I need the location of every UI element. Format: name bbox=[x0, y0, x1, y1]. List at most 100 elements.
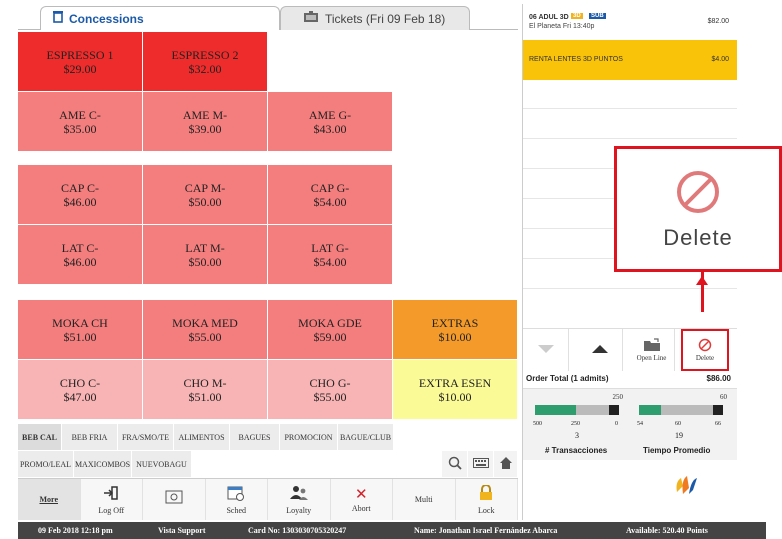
product-price: $46.00 bbox=[63, 254, 97, 269]
product-ame-m[interactable]: AME M- $39.00 bbox=[143, 92, 268, 152]
gauge-tick: 250 bbox=[571, 421, 580, 427]
product-name: CAP C- bbox=[61, 180, 99, 195]
tab-tickets[interactable]: Tickets (Fri 09 Feb 18) bbox=[280, 6, 470, 30]
product-moka-ch[interactable]: MOKA CH $51.00 bbox=[18, 300, 143, 360]
log-off-icon bbox=[103, 485, 119, 506]
product-price: $54.00 bbox=[313, 194, 347, 209]
status-card: Card No: 1303030705320247 bbox=[248, 526, 347, 535]
open-line-label: Open Line bbox=[636, 354, 667, 362]
product-price: $55.00 bbox=[188, 329, 222, 344]
loyalty-label: Loyalty bbox=[286, 505, 312, 515]
product-moka-med[interactable]: MOKA MED $55.00 bbox=[143, 300, 268, 360]
scroll-up-button[interactable] bbox=[577, 329, 623, 371]
product-cap-m[interactable]: CAP M- $50.00 bbox=[143, 165, 268, 225]
product-name: CHO G- bbox=[309, 375, 351, 390]
category-alimentos[interactable]: ALIMENTOS bbox=[174, 424, 230, 450]
product-lat-c[interactable]: LAT C- $46.00 bbox=[18, 225, 143, 285]
order-line-3d-glasses[interactable]: RENTA LENTES 3D PUNTOS $4.00 bbox=[523, 40, 737, 80]
product-cho-m[interactable]: CHO M- $51.00 bbox=[143, 360, 268, 420]
product-name: MOKA MED bbox=[172, 315, 238, 330]
search-button[interactable] bbox=[442, 451, 468, 477]
chevron-down-icon bbox=[537, 345, 554, 355]
search-icon bbox=[448, 456, 462, 472]
multi-label: Multi bbox=[414, 495, 433, 504]
product-name: CAP M- bbox=[184, 180, 226, 195]
category-label: BAGUES bbox=[238, 432, 271, 442]
product-name: ESPRESSO 1 bbox=[46, 47, 114, 62]
gauge-value: 3 bbox=[575, 431, 579, 440]
sched-label: Sched bbox=[226, 505, 247, 515]
lock-button[interactable]: Lock bbox=[456, 479, 518, 520]
category-row-2: PROMO/LEAL MAXICOMBOS NUEVOBAGU bbox=[18, 451, 518, 477]
divider bbox=[523, 288, 737, 289]
product-extra-esen[interactable]: EXTRA ESEN $10.00 bbox=[393, 360, 518, 420]
log-off-label: Log Off bbox=[98, 505, 125, 515]
chevron-up-icon bbox=[591, 345, 608, 355]
product-ame-g[interactable]: AME G- $43.00 bbox=[268, 92, 393, 152]
category-beb-fria[interactable]: BEB FRIA bbox=[62, 424, 118, 450]
product-cap-g[interactable]: CAP G- $54.00 bbox=[268, 165, 393, 225]
home-button[interactable] bbox=[494, 451, 518, 477]
callout-label: Delete bbox=[663, 224, 733, 250]
product-name: CAP G- bbox=[310, 180, 350, 195]
multi-button[interactable]: Multi bbox=[393, 479, 456, 520]
gauge-track bbox=[639, 405, 723, 415]
category-nuevobagu[interactable]: NUEVOBAGU bbox=[132, 451, 192, 477]
product-ame-c[interactable]: AME C- $35.00 bbox=[18, 92, 143, 152]
cup-icon bbox=[53, 11, 63, 26]
category-promo-leal[interactable]: PROMO/LEAL bbox=[18, 451, 74, 477]
more-button[interactable]: More bbox=[18, 479, 81, 520]
prohibited-icon bbox=[698, 338, 712, 354]
category-label: BEB FRIA bbox=[71, 432, 108, 442]
keyboard-button[interactable] bbox=[468, 451, 494, 477]
seat-button[interactable] bbox=[143, 479, 206, 520]
seat-icon bbox=[165, 490, 183, 509]
product-cho-c[interactable]: CHO C- $47.00 bbox=[18, 360, 143, 420]
category-label: NUEVOBAGU bbox=[136, 459, 187, 469]
gauge-tick: 54 bbox=[637, 421, 643, 427]
product-espresso-1[interactable]: ESPRESSO 1 $29.00 bbox=[18, 32, 143, 92]
product-name: ESPRESSO 2 bbox=[171, 47, 239, 62]
category-label: PROMOCION bbox=[284, 432, 333, 442]
product-moka-gde[interactable]: MOKA GDE $59.00 bbox=[268, 300, 393, 360]
gauge-label: # Transacciones bbox=[545, 446, 608, 455]
product-lat-m[interactable]: LAT M- $50.00 bbox=[143, 225, 268, 285]
log-off-button[interactable]: Log Off bbox=[81, 479, 143, 520]
product-price: $35.00 bbox=[63, 121, 97, 136]
product-espresso-2[interactable]: ESPRESSO 2 $32.00 bbox=[143, 32, 268, 92]
delete-button[interactable]: Delete bbox=[681, 329, 729, 371]
category-fra-smo-te[interactable]: FRA/SMO/TE bbox=[118, 424, 174, 450]
category-promocion[interactable]: PROMOCION bbox=[280, 424, 338, 450]
scroll-down-button[interactable] bbox=[523, 329, 569, 371]
status-datetime: 09 Feb 2018 12:18 pm bbox=[38, 526, 113, 535]
order-item-price: $4.00 bbox=[711, 56, 729, 63]
category-empty bbox=[394, 424, 518, 450]
bottom-toolbar: More Log Off Sched Loyalty ✕ Abort Multi… bbox=[18, 478, 518, 520]
product-price: $54.00 bbox=[313, 254, 347, 269]
order-ticket-session: El Planeta Fri 13:40p bbox=[529, 23, 595, 30]
open-line-button[interactable]: Open Line bbox=[629, 329, 675, 371]
category-bagues[interactable]: BAGUES bbox=[230, 424, 280, 450]
product-cho-g[interactable]: CHO G- $55.00 bbox=[268, 360, 393, 420]
category-bague-club[interactable]: BAGUE/CLUB bbox=[338, 424, 394, 450]
tab-concessions[interactable]: Concessions bbox=[40, 6, 280, 30]
lock-label: Lock bbox=[478, 505, 495, 515]
abort-button[interactable]: ✕ Abort bbox=[331, 479, 393, 520]
loyalty-button[interactable]: Loyalty bbox=[268, 479, 331, 520]
gauge-fill bbox=[639, 405, 662, 415]
people-icon bbox=[289, 485, 309, 506]
product-name: LAT M- bbox=[185, 240, 225, 255]
product-cap-c[interactable]: CAP C- $46.00 bbox=[18, 165, 143, 225]
sched-button[interactable]: Sched bbox=[206, 479, 268, 520]
order-line-ticket[interactable]: 06 ADUL 3D 3D SUB El Planeta Fri 13:40p … bbox=[523, 8, 737, 38]
ticket-icon bbox=[303, 11, 319, 26]
category-beb-cal[interactable]: BEB CAL bbox=[18, 424, 62, 450]
product-lat-g[interactable]: LAT G- $54.00 bbox=[268, 225, 393, 285]
category-maxicombos[interactable]: MAXICOMBOS bbox=[74, 451, 132, 477]
tab-concessions-label: Concessions bbox=[69, 11, 144, 26]
close-icon: ✕ bbox=[354, 487, 368, 503]
product-price: $10.00 bbox=[438, 329, 472, 344]
product-name: LAT C- bbox=[61, 240, 99, 255]
product-price: $46.00 bbox=[63, 194, 97, 209]
product-extras[interactable]: EXTRAS $10.00 bbox=[393, 300, 518, 360]
